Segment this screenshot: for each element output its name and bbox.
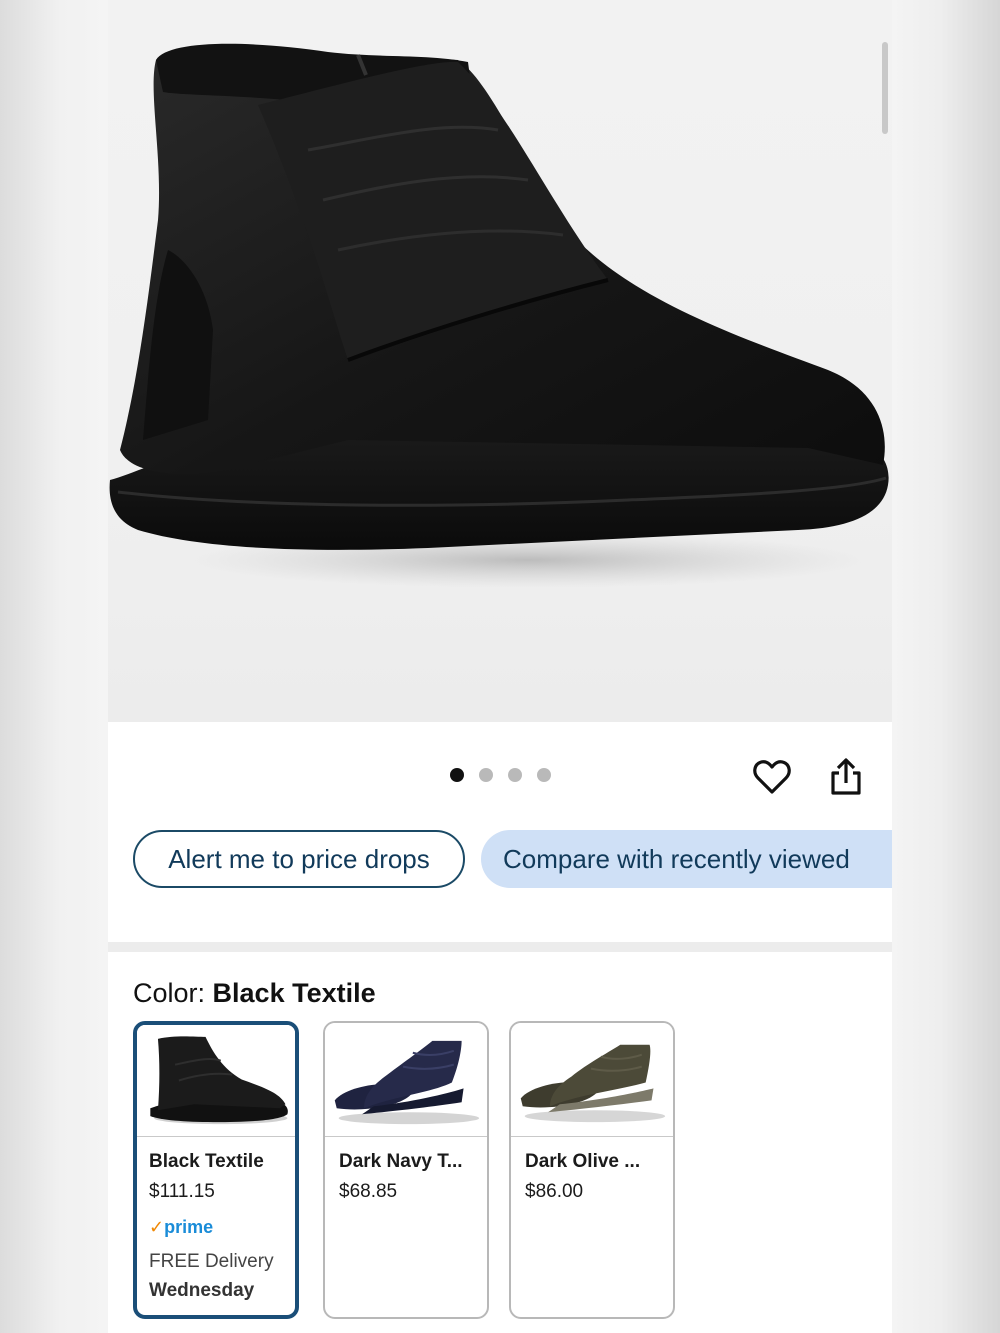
color-swatch-olive[interactable]: Dark Olive ... $86.00 [509,1021,675,1319]
pagination-dot[interactable] [508,768,522,782]
swatch-price: $68.85 [339,1181,398,1202]
section-divider [108,942,892,952]
selected-color-name: Black Textile [212,978,376,1008]
image-pagination[interactable] [450,768,551,782]
share-icon[interactable] [826,755,866,799]
pagination-dot[interactable] [537,768,551,782]
swatch-name: Dark Navy T... [339,1151,463,1172]
prime-badge: ✓prime [149,1217,213,1238]
swatch-name: Dark Olive ... [525,1151,641,1172]
color-swatch-black[interactable]: Black Textile $111.15 ✓prime FREE Delive… [133,1021,299,1319]
prime-check-icon: ✓ [149,1217,165,1237]
color-label-prefix: Color: [133,978,213,1008]
delivery-day: Wednesday [149,1280,255,1301]
scrollbar[interactable] [882,42,888,134]
heart-icon[interactable] [752,757,792,797]
product-page: Alert me to price drops Compare with rec… [108,0,892,1333]
swatch-name: Black Textile [149,1151,264,1172]
color-label: Color: Black Textile [133,978,376,1009]
prime-label: prime [164,1217,214,1237]
swatch-price: $111.15 [149,1181,215,1202]
product-image[interactable] [108,0,892,722]
swatch-thumbnail [511,1023,673,1137]
color-swatch-navy[interactable]: Dark Navy T... $68.85 [323,1021,489,1319]
swatch-thumbnail [325,1023,487,1137]
pagination-dot[interactable] [479,768,493,782]
swatch-thumbnail [137,1025,295,1137]
price-alert-button[interactable]: Alert me to price drops [133,830,465,888]
delivery-text: FREE Delivery [149,1251,274,1272]
pagination-dot-active[interactable] [450,768,464,782]
swatch-price: $86.00 [525,1181,584,1202]
compare-button[interactable]: Compare with recently viewed [481,830,892,888]
boot-image [109,43,889,588]
